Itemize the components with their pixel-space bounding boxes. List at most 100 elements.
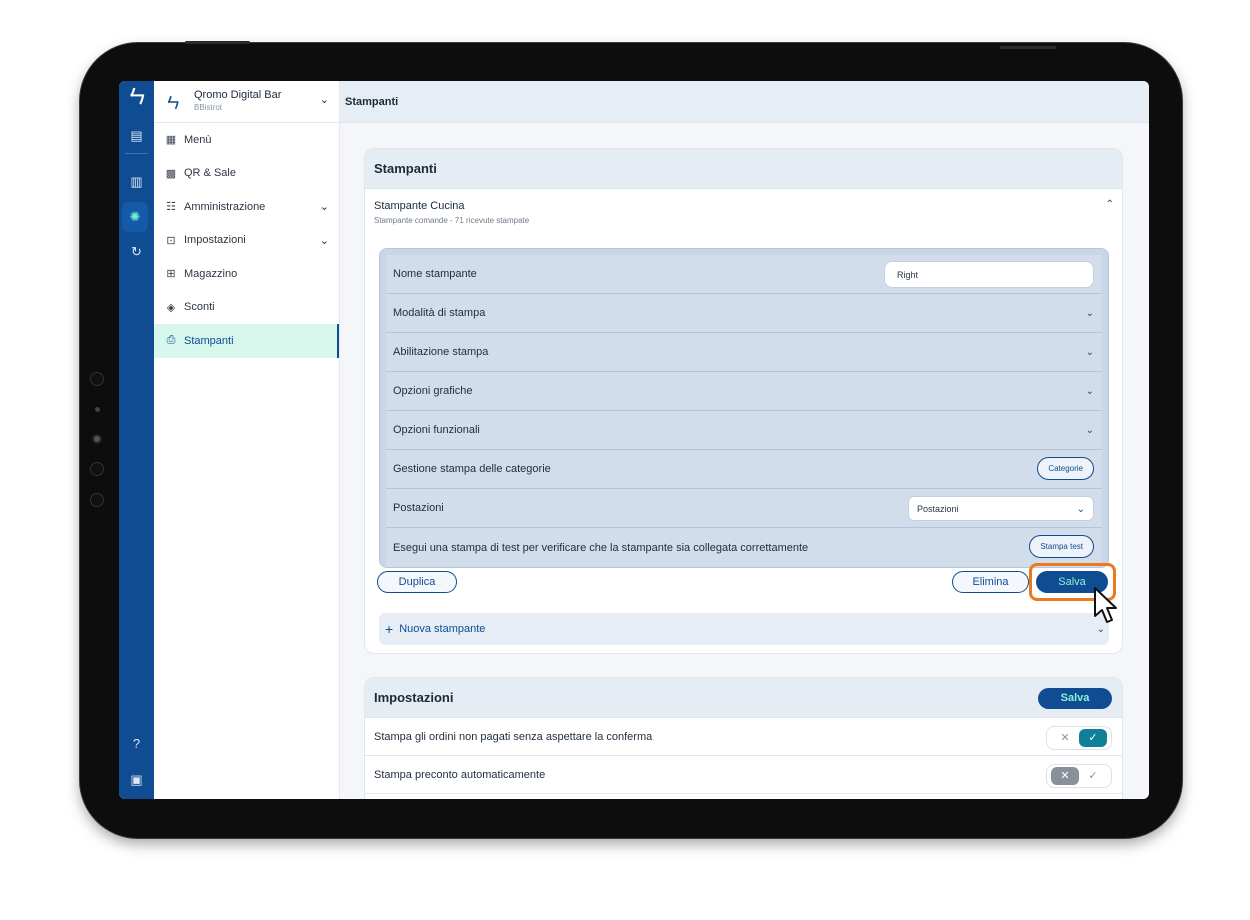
- chevron-up-icon[interactable]: ⌃: [1106, 199, 1114, 210]
- tablet-side-dot: [90, 372, 104, 386]
- sidebar-item-label: Menù: [184, 133, 212, 146]
- qr-icon: ▩: [165, 167, 177, 180]
- app-screen: ㄣ ▤ ▥ ✺ ↻ ? ▣ ㄣ Qromo Digital Bar BBistr…: [119, 81, 1149, 799]
- tablet-side-dot: [95, 407, 100, 412]
- sidebar-item-label: Stampanti: [184, 334, 234, 347]
- sidebar-item-qr[interactable]: ▩ QR & Sale: [154, 157, 339, 191]
- tablet-side-dot: [90, 493, 104, 507]
- warehouse-icon: ⊞: [166, 268, 176, 281]
- settings-title-text: Impostazioni: [374, 690, 454, 705]
- printer-name-label: Nome stampante: [393, 268, 477, 280]
- sidebar-item-sconti[interactable]: ◈ Sconti: [154, 291, 339, 325]
- chevron-down-icon: ⌄: [319, 94, 329, 106]
- chevron-down-icon: ⌄: [319, 201, 329, 214]
- chevron-down-icon: ⌄: [319, 234, 329, 247]
- settings-card: Impostazioni Salva Stampa gli ordini non…: [364, 677, 1123, 799]
- settings-card-title: Impostazioni Salva: [365, 678, 1122, 718]
- close-icon: ✕: [1051, 767, 1079, 785]
- discount-icon: ◈: [166, 301, 176, 314]
- setting-label: Stampa gli ordini non pagati senza aspet…: [374, 730, 653, 743]
- new-printer-row[interactable]: + Nuova stampante ⌄: [379, 613, 1109, 645]
- sidebar-item-label: Magazzino: [184, 267, 238, 280]
- check-icon: ✓: [1079, 729, 1107, 747]
- nav-rail: ㄣ ▤ ▥ ✺ ↻ ? ▣: [119, 81, 154, 799]
- sidebar-item-label: Amministrazione: [184, 200, 266, 213]
- graphic-options-row[interactable]: Opzioni grafiche ⌄: [386, 372, 1102, 411]
- printer-icon: ⎙: [166, 334, 176, 347]
- help-icon[interactable]: ?: [119, 729, 154, 759]
- setting-row-auto-preconto: Stampa preconto automaticamente ✕ ✓: [365, 756, 1122, 794]
- menu-icon: ▦: [165, 134, 177, 147]
- category-management-row: Gestione stampa delle categorie Categori…: [386, 450, 1102, 489]
- chevron-down-icon: ⌄: [1085, 424, 1094, 436]
- test-print-label: Esegui una stampa di test per verificare…: [393, 541, 809, 554]
- test-print-button[interactable]: Stampa test: [1029, 535, 1094, 558]
- tablet-camera: [92, 434, 102, 444]
- sidebar-item-stampanti[interactable]: ⎙ Stampanti: [154, 324, 339, 358]
- printers-card: Stampanti Stampante Cucina Stampante com…: [364, 148, 1123, 654]
- sidebar-item-label: QR & Sale: [184, 167, 236, 180]
- brand-icon: ㄣ: [166, 95, 180, 111]
- duplicate-button[interactable]: Duplica: [377, 571, 457, 593]
- orders-icon[interactable]: ↻: [119, 237, 154, 267]
- print-enable-label: Abilitazione stampa: [393, 346, 489, 358]
- category-management-label: Gestione stampa delle categorie: [393, 463, 551, 475]
- venue-selector[interactable]: ㄣ Qromo Digital Bar BBistrot ⌄: [154, 81, 339, 123]
- new-printer-label: Nuova stampante: [399, 623, 486, 635]
- sidebar-item-menu[interactable]: ▦ Menù: [154, 123, 339, 157]
- delete-button[interactable]: Elimina: [952, 571, 1029, 593]
- chevron-down-icon: ⌄: [1076, 504, 1085, 515]
- functional-options-row[interactable]: Opzioni funzionali ⌄: [386, 411, 1102, 450]
- printer-name-input[interactable]: Right: [884, 261, 1094, 288]
- monitor-icon[interactable]: ▣: [119, 765, 154, 795]
- sidebar-item-amministrazione[interactable]: ☷ Amministrazione ⌄: [154, 190, 339, 224]
- admin-icon: ☷: [166, 201, 176, 214]
- printers-card-title: Stampanti: [365, 149, 1122, 189]
- stations-row: Postazioni Postazioni ⌄: [386, 489, 1102, 528]
- plus-icon: +: [385, 621, 394, 637]
- printer-accordion-header[interactable]: Stampante Cucina Stampante comande - 71 …: [365, 189, 1122, 233]
- print-enable-row[interactable]: Abilitazione stampa ⌄: [386, 333, 1102, 372]
- settings-save-button[interactable]: Salva: [1038, 688, 1112, 709]
- rail-divider: [125, 153, 148, 154]
- setting-row-unpaid-orders: Stampa gli ordini non pagati senza aspet…: [365, 718, 1122, 756]
- tablet-top-button: [185, 41, 250, 44]
- tablet-top-button: [1000, 46, 1056, 49]
- printer-settings-panel: Nome stampante Right Modalità di stampa …: [379, 248, 1109, 568]
- stations-select[interactable]: Postazioni ⌄: [908, 496, 1094, 521]
- sidebar-item-impostazioni[interactable]: ⊡ Impostazioni ⌄: [154, 224, 339, 258]
- printer-name-row: Nome stampante Right: [386, 255, 1102, 294]
- main-content: Stampanti Stampanti Stampante Cucina Sta…: [340, 81, 1149, 799]
- settings-icon: ⊡: [166, 234, 176, 247]
- categories-button[interactable]: Categorie: [1037, 457, 1094, 480]
- menu-book-icon[interactable]: ▤: [119, 121, 154, 151]
- stations-label: Postazioni: [393, 502, 444, 514]
- sidebar-item-label: Sconti: [184, 301, 215, 314]
- stations-select-value: Postazioni: [917, 504, 959, 514]
- auto-preconto-toggle[interactable]: ✕ ✓: [1046, 764, 1112, 788]
- printer-name: Stampante Cucina: [374, 200, 465, 212]
- tablet-side-dot: [90, 462, 104, 476]
- print-mode-row[interactable]: Modalità di stampa ⌄: [386, 294, 1102, 333]
- chevron-down-icon: ⌄: [1085, 346, 1094, 358]
- sidebar-item-magazzino[interactable]: ⊞ Magazzino: [154, 257, 339, 291]
- venue-name: BBistrot: [194, 103, 223, 112]
- logo-icon[interactable]: ㄣ: [127, 87, 147, 107]
- chevron-down-icon: ⌄: [1085, 385, 1094, 397]
- chevron-down-icon: ⌄: [1085, 307, 1094, 319]
- setting-label: Stampa preconto automaticamente: [374, 768, 546, 781]
- unpaid-orders-toggle[interactable]: ✕ ✓: [1046, 726, 1112, 750]
- sidebar: ㄣ Qromo Digital Bar BBistrot ⌄ ▦ Menù ▩ …: [154, 81, 340, 799]
- test-print-row: Esegui una stampa di test per verificare…: [386, 528, 1102, 567]
- printer-meta: Stampante comande - 71 ricevute stampate: [374, 216, 530, 225]
- brand-name: Qromo Digital Bar: [194, 89, 282, 101]
- print-mode-label: Modalità di stampa: [393, 307, 486, 319]
- sidebar-item-label: Impostazioni: [184, 234, 246, 247]
- stats-icon[interactable]: ▥: [119, 167, 154, 197]
- mouse-cursor-icon: [1094, 587, 1117, 623]
- graphic-options-label: Opzioni grafiche: [393, 385, 473, 397]
- settings-icon[interactable]: ✺: [122, 202, 148, 232]
- check-icon: ✓: [1088, 770, 1098, 782]
- close-icon: ✕: [1060, 732, 1070, 744]
- page-title: Stampanti: [340, 81, 1149, 123]
